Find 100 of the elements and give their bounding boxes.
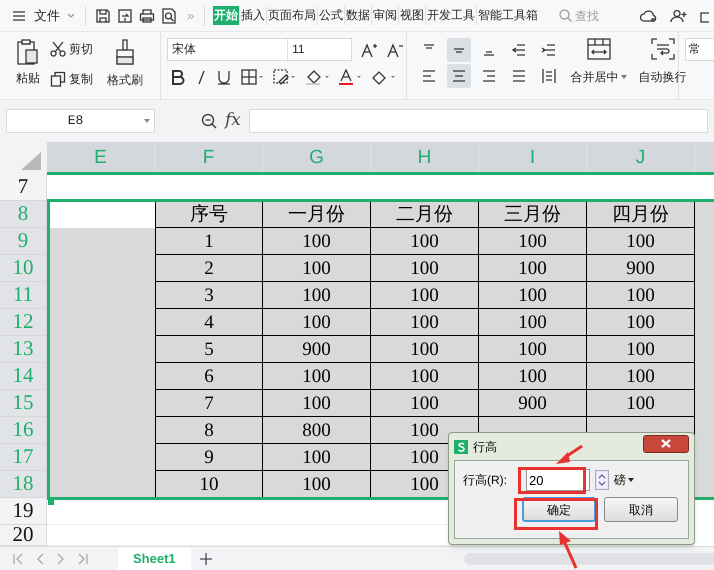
table-cell: 100: [263, 363, 371, 390]
table-cell: 100: [479, 282, 587, 309]
table-cell: 100: [479, 228, 587, 255]
table-cell: 100: [587, 309, 695, 336]
table-cell: 1: [155, 228, 263, 255]
table-cell: 2: [155, 255, 263, 282]
table-cell: 二月份: [371, 201, 479, 228]
close-icon: [661, 439, 671, 448]
unit-dropdown[interactable]: 磅: [614, 471, 634, 489]
table-cell: 100: [263, 444, 371, 471]
ribbon-tab[interactable]: 审阅: [372, 6, 400, 25]
close-button[interactable]: [643, 434, 689, 452]
table-cell: 一月份: [263, 201, 371, 228]
number-format-field[interactable]: 常: [684, 38, 714, 61]
horizontal-scrollbar[interactable]: [464, 552, 714, 564]
table-cell: 5: [155, 336, 263, 363]
row-header[interactable]: 7: [0, 174, 47, 201]
table-cell: 100: [587, 390, 695, 417]
table-cell: 9: [155, 444, 263, 471]
table-cell: 900: [479, 390, 587, 417]
spinner-icon[interactable]: [595, 470, 609, 490]
formula-input[interactable]: [248, 109, 708, 133]
search-icon[interactable]: [559, 9, 572, 22]
table-cell: 100: [371, 255, 479, 282]
table-cell: 100: [263, 282, 371, 309]
table-cell: 100: [479, 363, 587, 390]
name-box[interactable]: E8: [6, 109, 155, 133]
ribbon-tab[interactable]: 智能工具箱: [477, 6, 540, 25]
annotation-arrow: [557, 531, 579, 569]
align-middle-icon[interactable]: [446, 38, 471, 62]
table-cell: 序号: [155, 201, 263, 228]
ribbon-tab[interactable]: 开发工具: [426, 6, 478, 25]
fill-color-icon[interactable]: [305, 69, 330, 85]
fill-pattern-icon[interactable]: [273, 69, 296, 85]
table-cell: 100: [587, 363, 695, 390]
table-cell: 100: [263, 471, 371, 498]
table-cell: 100: [371, 309, 479, 336]
table-cell: 100: [263, 228, 371, 255]
dialog-button[interactable]: 取消: [604, 497, 678, 522]
table-cell: 100: [371, 363, 479, 390]
ribbon-tab[interactable]: 公式: [318, 6, 346, 25]
caret-icon: [620, 75, 627, 79]
caret-icon: [628, 478, 634, 482]
format-painter-button[interactable]: 格式刷: [107, 38, 143, 89]
underline-icon[interactable]: [217, 69, 232, 85]
file-menu[interactable]: 文件: [34, 6, 60, 26]
row-header[interactable]: 19: [0, 498, 47, 525]
ribbon-tab[interactable]: 插入: [240, 6, 268, 25]
align-center-icon[interactable]: [446, 64, 471, 88]
eraser-icon[interactable]: [371, 69, 396, 85]
add-user-icon[interactable]: [670, 8, 688, 22]
add-sheet-icon[interactable]: [198, 552, 213, 566]
annotation-box: [518, 467, 586, 494]
selected-cell: [695, 471, 714, 498]
wrap-text-icon: [650, 38, 675, 60]
table-cell: 四月份: [587, 201, 695, 228]
table-cell: 100: [371, 390, 479, 417]
ribbon-tab[interactable]: 页面布局: [267, 6, 318, 25]
menu-icon[interactable]: [12, 10, 26, 22]
table-cell: 900: [263, 336, 371, 363]
font-color-icon[interactable]: [339, 69, 362, 85]
cut-button[interactable]: 剪切: [50, 40, 93, 58]
table-cell: 100: [371, 336, 479, 363]
table-cell: 8: [155, 417, 263, 444]
table-cell: 100: [263, 390, 371, 417]
table-cell: 100: [587, 228, 695, 255]
save-icon[interactable]: [95, 8, 111, 24]
copy-button[interactable]: 复制: [50, 70, 93, 88]
increase-font-icon[interactable]: [360, 42, 378, 58]
chevron-down-icon[interactable]: [66, 12, 76, 20]
table-cell: 4: [155, 309, 263, 336]
function-label[interactable]: fx: [225, 108, 241, 134]
table-cell: 800: [263, 417, 371, 444]
copy-icon: [50, 71, 66, 87]
merge-center-button[interactable]: 合并居中: [570, 38, 627, 99]
zoom-out-icon[interactable]: [201, 113, 217, 129]
print-icon[interactable]: [139, 8, 155, 24]
borders-icon[interactable]: [241, 69, 264, 85]
ribbon-tab[interactable]: 视图: [399, 6, 426, 25]
table-cell: 100: [479, 255, 587, 282]
cloud-icon[interactable]: [640, 8, 658, 22]
table-cell: 100: [263, 255, 371, 282]
scissors-icon: [50, 41, 66, 57]
table-cell: 100: [587, 336, 695, 363]
table-cell: 100: [263, 309, 371, 336]
row-header[interactable]: 20: [0, 525, 47, 546]
brush-icon: [115, 38, 135, 66]
table-cell: 100: [371, 282, 479, 309]
annotation-arrow: [556, 444, 584, 466]
print-preview-icon[interactable]: [161, 8, 177, 24]
bold-icon[interactable]: [171, 69, 186, 85]
input-field[interactable]: 20: [526, 469, 590, 491]
wrap-text-button[interactable]: 自动换行: [638, 38, 687, 99]
decrease-font-icon[interactable]: [386, 42, 404, 58]
export-icon[interactable]: [117, 8, 133, 24]
paste-button[interactable]: 粘贴: [10, 38, 46, 87]
ribbon-tab[interactable]: 数据: [345, 6, 372, 25]
table-cell: 100: [479, 309, 587, 336]
table-cell: 100: [371, 228, 479, 255]
fill-handle[interactable]: [48, 499, 54, 505]
